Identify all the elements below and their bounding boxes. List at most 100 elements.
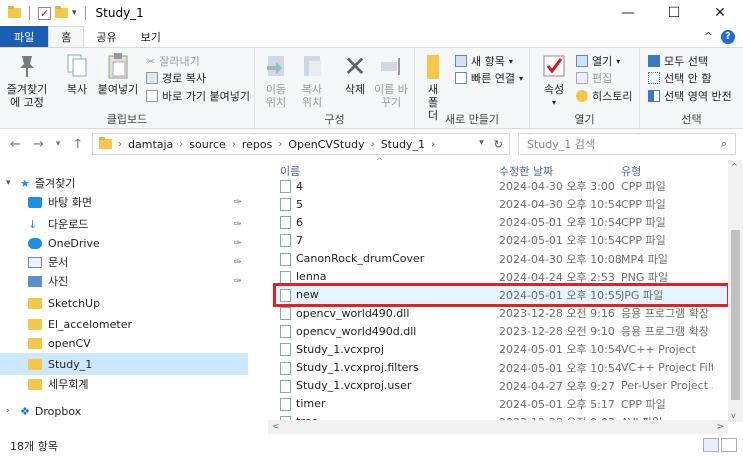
file-row[interactable]: timer 2024-05-01 오후 5:17 CPP 파일 xyxy=(276,395,727,413)
tab-view[interactable]: 보기 xyxy=(129,26,173,47)
nav-item-study-1[interactable]: Study_1 xyxy=(0,353,248,375)
file-row[interactable]: Study_1.vcxproj 2024-05-01 오후 10:54 VC++ P… xyxy=(276,340,727,358)
new-folder-icon[interactable] xyxy=(55,6,68,18)
file-row[interactable]: 5 2024-04-30 오후 10:54 CPP 파일 xyxy=(276,195,727,213)
invert-selection-icon xyxy=(648,90,660,102)
close-button[interactable]: ✕ xyxy=(697,0,743,26)
file-row[interactable]: new 2024-05-01 오후 10:55 JPG 파일 xyxy=(273,282,730,307)
edit-icon xyxy=(576,72,588,84)
tab-file[interactable]: 파일 xyxy=(0,26,49,47)
tab-home[interactable]: 홈 xyxy=(48,26,85,47)
search-input[interactable]: Study_1 검색 ⌕ xyxy=(518,133,736,155)
refresh-icon[interactable]: ↻ xyxy=(494,138,503,151)
forward-arrow-icon[interactable]: → xyxy=(33,137,44,152)
file-row[interactable]: 4 2024-04-30 오후 3:00 CPP 파일 xyxy=(276,177,727,195)
file-row[interactable]: 6 2024-05-01 오후 10:54 CPP 파일 xyxy=(276,213,727,231)
rename-button[interactable]: 이름 바꾸기 xyxy=(373,52,409,109)
large-icons-view-icon[interactable] xyxy=(721,438,737,452)
breadcrumb-item[interactable]: Study_1 xyxy=(381,138,425,151)
nav-dropbox[interactable]: › ❖ Dropbox xyxy=(0,400,248,422)
properties-check-icon[interactable]: ✓ xyxy=(38,6,51,20)
nav-item-pictures[interactable]: 사진 ✑ xyxy=(0,270,248,292)
move-to-button[interactable]: 이동 위치 xyxy=(261,52,291,109)
expand-chevron-icon[interactable]: ▾ xyxy=(6,178,20,188)
tab-share[interactable]: 공유 xyxy=(84,26,128,47)
folder-icon xyxy=(28,337,42,349)
file-row[interactable]: opencv_world490.dll 2023-12-28 오전 9:16 응용 … xyxy=(276,304,727,322)
scroll-up-icon[interactable]: ^ xyxy=(731,162,738,171)
file-icon xyxy=(280,343,291,357)
scroll-down-icon[interactable]: v xyxy=(731,411,736,420)
organize-group-label: 구성 xyxy=(324,113,345,126)
cut-button[interactable]: ✂ 잘라내기 xyxy=(146,53,200,69)
file-icon xyxy=(280,397,291,411)
expand-chevron-icon[interactable]: › xyxy=(6,406,20,416)
copy-button[interactable]: 복사 xyxy=(62,52,92,96)
file-type: Per-User Project ... xyxy=(621,379,713,393)
folder-icon xyxy=(28,358,42,370)
nav-item-tax-accounting[interactable]: 세무회계 xyxy=(0,373,248,395)
open-group-label: 열기 xyxy=(574,113,595,126)
file-name: 7 xyxy=(296,233,303,247)
recent-dropdown-icon[interactable]: ▾ xyxy=(56,139,61,149)
invert-selection-button[interactable]: 선택 영역 반전 xyxy=(648,88,732,104)
vertical-scrollbar[interactable]: ^ v xyxy=(728,160,743,422)
scroll-left-icon[interactable]: < xyxy=(272,422,280,432)
select-all-button[interactable]: 모두 선택 xyxy=(648,53,708,69)
delete-button[interactable]: ✕ 삭제 xyxy=(341,52,369,96)
help-icon[interactable]: ? xyxy=(721,29,735,44)
file-name: lenna xyxy=(296,270,327,284)
nav-item-sketchup[interactable]: SketchUp xyxy=(0,292,248,314)
ribbon-collapse-icon[interactable]: ^ xyxy=(704,30,713,43)
minimize-button[interactable]: — xyxy=(605,0,651,26)
copy-path-button[interactable]: 경로 복사 xyxy=(146,70,206,86)
select-group-label: 선택 xyxy=(681,113,702,126)
paste-button[interactable]: 붙여넣기 xyxy=(96,52,140,96)
file-row[interactable]: CanonRock_drumCover 2024-04-30 오후 10:08 MP… xyxy=(276,250,727,268)
details-view-icon[interactable] xyxy=(703,438,719,452)
new-item-button[interactable]: 새 항목 ▾ xyxy=(455,53,513,69)
breadcrumb-item[interactable]: source xyxy=(189,138,226,151)
explorer-window: ✓ ▾ Study_1 — ☐ ✕ 파일 홈 공유 보기 ^ ? 즐겨찾기에 고… xyxy=(0,0,743,456)
file-date: 2024-05-01 오후 10:54 xyxy=(499,234,622,248)
nav-item-desktop[interactable]: 바탕 화면 ✑ xyxy=(0,191,248,213)
file-row[interactable]: lenna 2024-04-24 오후 2:53 PNG 파일 xyxy=(276,268,727,286)
address-dropdown-icon[interactable]: ▾ xyxy=(479,138,484,151)
file-row[interactable]: Study_1.vcxproj.filters 2024-05-01 오후 10:… xyxy=(276,359,727,377)
new-group: 새 폴더 새 항목 ▾ 빠른 연결 ▾ 새로 만들기 xyxy=(415,48,530,130)
breadcrumb-item[interactable]: OpenCVStudy xyxy=(288,138,364,151)
properties-button[interactable]: 속성 ▾ xyxy=(536,52,572,109)
file-row[interactable]: 7 2024-05-01 오후 10:54 CPP 파일 xyxy=(276,231,727,249)
nav-item-opencv[interactable]: openCV xyxy=(0,332,248,354)
breadcrumb-item[interactable]: repos xyxy=(242,138,273,151)
file-type: CPP 파일 xyxy=(621,216,666,230)
paste-shortcut-button[interactable]: 바로 가기 붙여넣기 xyxy=(146,88,250,104)
breadcrumb-item[interactable]: damtaja xyxy=(128,138,173,151)
scroll-right-icon[interactable]: > xyxy=(716,422,724,432)
back-arrow-icon[interactable]: ← xyxy=(10,137,21,152)
file-row[interactable]: opencv_world490d.dll 2023-12-28 오전 9:10 응용… xyxy=(276,322,727,340)
select-none-button[interactable]: 선택 안 함 xyxy=(648,70,711,86)
history-button[interactable]: 히스토리 xyxy=(576,88,632,104)
file-icon xyxy=(280,325,291,339)
rename-icon xyxy=(377,52,405,80)
edit-button[interactable]: 편집 xyxy=(576,70,612,86)
easy-access-button[interactable]: 빠른 연결 ▾ xyxy=(455,70,523,86)
copy-to-button[interactable]: 복사 위치 xyxy=(297,52,327,109)
maximize-button[interactable]: ☐ xyxy=(651,0,697,26)
copy-icon xyxy=(63,52,91,80)
file-row[interactable]: Study_1.vcxproj.user 2024-04-27 오후 9:27 Pe… xyxy=(276,377,727,395)
file-name: opencv_world490.dll xyxy=(296,306,410,320)
up-arrow-icon[interactable]: ↑ xyxy=(72,137,83,152)
pin-icon: ✑ xyxy=(233,237,242,249)
address-bar[interactable]: › damtaja › source › repos › OpenCVStudy… xyxy=(92,133,510,155)
folder-icon xyxy=(28,297,42,309)
file-type: VC++ Project Filt... xyxy=(621,361,713,374)
pin-quick-access-button[interactable]: 즐겨찾기에 고정 xyxy=(4,52,50,109)
status-bar: 18개 항목 xyxy=(0,436,743,456)
search-icon[interactable]: ⌕ xyxy=(721,137,727,151)
scroll-thumb[interactable] xyxy=(731,230,740,400)
horizontal-scrollbar[interactable]: < > xyxy=(268,420,728,434)
customize-dropdown-icon[interactable]: ▾ xyxy=(72,8,77,18)
open-button[interactable]: 열기 ▾ xyxy=(576,53,620,69)
